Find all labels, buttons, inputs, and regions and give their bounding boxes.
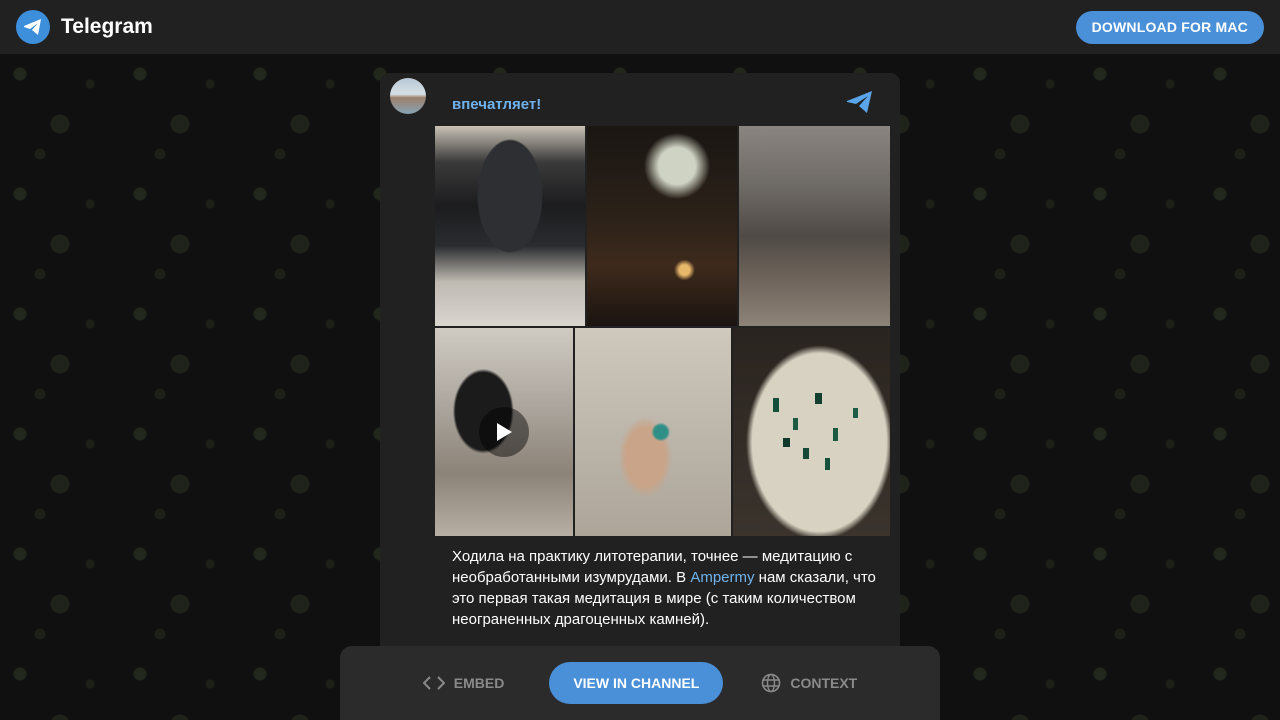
embed-button[interactable]: EMBED: [422, 675, 504, 691]
message-bubble: впечатляет! Ходила на практику литотерап…: [435, 78, 890, 720]
media-photo-2[interactable]: [587, 126, 737, 326]
post-card: впечатляет! Ходила на практику литотерап…: [380, 73, 900, 720]
ampermy-link[interactable]: Ampermy: [690, 569, 754, 586]
channel-name[interactable]: впечатляет!: [452, 96, 541, 113]
play-icon[interactable]: [479, 407, 529, 457]
media-photo-6[interactable]: [733, 328, 890, 536]
download-for-mac-button[interactable]: DOWNLOAD FOR MAC: [1075, 10, 1264, 44]
telegram-plane-icon[interactable]: [846, 90, 874, 114]
media-photo-5[interactable]: [575, 328, 731, 536]
brand-name[interactable]: Telegram: [61, 15, 153, 39]
code-icon: [422, 676, 445, 690]
media-video-4[interactable]: [435, 328, 573, 536]
media-photo-3[interactable]: [739, 126, 890, 326]
telegram-logo-icon[interactable]: [16, 10, 50, 44]
top-bar: Telegram DOWNLOAD FOR MAC: [0, 0, 1280, 54]
media-photo-1[interactable]: [435, 126, 585, 326]
globe-icon: [762, 673, 781, 693]
post-text: Ходила на практику литотерапии, точнее —…: [452, 548, 876, 628]
context-button[interactable]: CONTEXT: [761, 673, 857, 693]
bottom-action-bar: EMBED VIEW IN CHANNEL CONTEXT: [340, 646, 940, 720]
channel-avatar[interactable]: [390, 78, 426, 114]
view-in-channel-button[interactable]: VIEW IN CHANNEL: [549, 662, 724, 704]
